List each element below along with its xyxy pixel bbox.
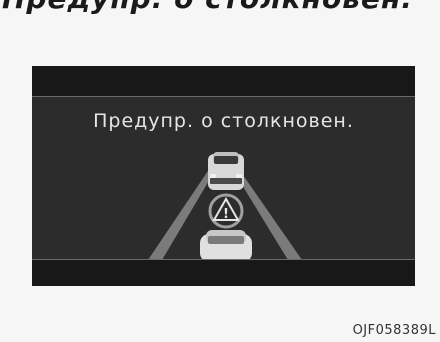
svg-text:!: ! — [223, 207, 229, 222]
collision-warning-message: Предупр. о столкновен. — [93, 110, 354, 132]
panel-bottom-band — [32, 260, 415, 286]
panel-divider-top — [32, 96, 415, 97]
vehicle-ahead-icon — [208, 152, 244, 190]
panel-top-band — [32, 66, 415, 96]
cropped-header-label: Предупр. о столкновен. — [2, 0, 413, 15]
cluster-display-panel: Предупр. о столкновен. ! — [32, 66, 415, 286]
image-reference-code: OJF058389L — [352, 323, 436, 338]
cropped-header-text: Предупр. о столкновен. — [0, 0, 440, 16]
own-vehicle-icon — [200, 230, 252, 260]
warning-triangle-icon: ! — [208, 193, 244, 229]
collision-warning-graphic: ! — [148, 152, 302, 260]
